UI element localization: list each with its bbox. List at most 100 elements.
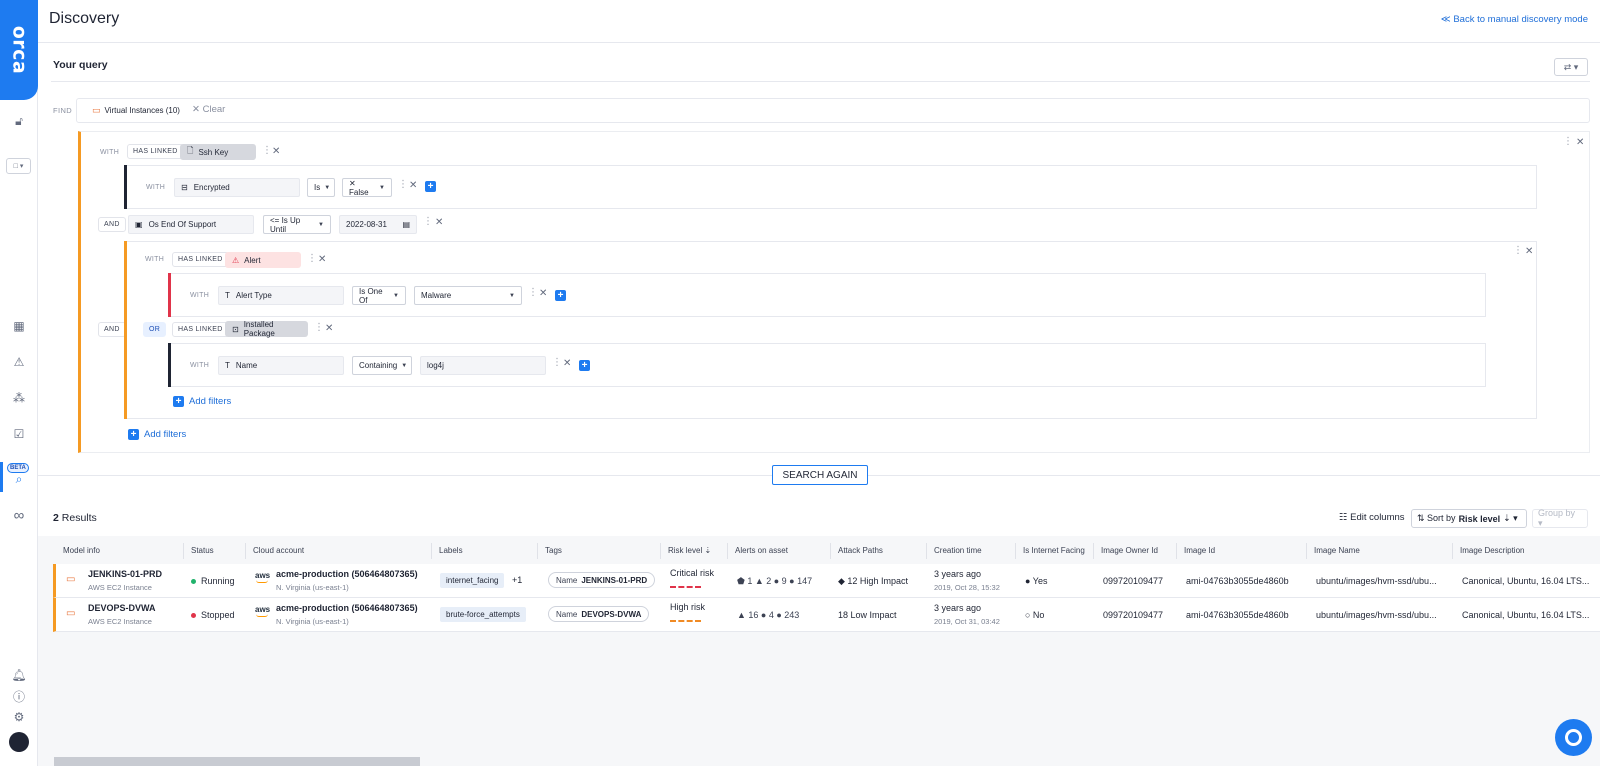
condition-remove-icon[interactable]: ✕: [435, 217, 443, 228]
query-settings-button[interactable]: ⇄ ▾: [1554, 58, 1588, 76]
infinity-icon[interactable]: ∞: [10, 506, 28, 524]
package-remove-icon[interactable]: ✕: [325, 323, 333, 334]
column-header[interactable]: Image Id: [1184, 546, 1215, 555]
attack-paths[interactable]: ◆ 12 High Impact: [838, 576, 908, 587]
discovery-icon[interactable]: ⌕: [10, 470, 28, 488]
tag-pill[interactable]: Name DEVOPS-DVWA: [548, 606, 650, 622]
cloud-account[interactable]: acme-production (506464807365): [276, 569, 418, 579]
ssh-key-remove-icon[interactable]: ✕: [272, 146, 280, 157]
plus-icon: +: [173, 396, 184, 407]
column-header[interactable]: Image Description: [1460, 546, 1524, 555]
condition-menu-icon[interactable]: ⋮: [552, 357, 562, 368]
column-header[interactable]: Attack Paths: [838, 546, 883, 555]
date-input[interactable]: 2022-08-31 ▤: [339, 215, 417, 234]
and-tag: AND: [98, 322, 126, 337]
name-field[interactable]: T Name: [218, 356, 344, 375]
horizontal-scrollbar[interactable]: [54, 757, 420, 766]
encrypted-value-select[interactable]: ✕ False ▼: [342, 178, 392, 197]
alert-type-value-select[interactable]: Malware ▼: [414, 286, 522, 305]
asset-model: AWS EC2 Instance: [88, 617, 152, 626]
column-header[interactable]: Risk level ⇣: [668, 546, 711, 555]
search-again-button[interactable]: SEARCH AGAIN: [772, 465, 868, 485]
chat-button[interactable]: [1555, 719, 1592, 756]
column-header[interactable]: Creation time: [934, 546, 982, 555]
column-separator: [183, 543, 184, 559]
label-more[interactable]: +1: [512, 575, 522, 585]
lock-icon[interactable]: 🔓︎: [10, 112, 28, 130]
encrypted-field[interactable]: ⊟ Encrypted: [174, 178, 300, 197]
name-op-select[interactable]: Containing ▼: [352, 356, 412, 375]
condition-remove-icon[interactable]: ✕: [409, 180, 417, 191]
column-header[interactable]: Status: [191, 546, 214, 555]
clear-button[interactable]: ✕ Clear: [192, 104, 225, 115]
alert-remove-icon[interactable]: ✕: [318, 254, 326, 265]
group-remove-icon[interactable]: ✕: [1525, 246, 1533, 257]
column-header[interactable]: Tags: [545, 546, 562, 555]
add-filters-inner-button[interactable]: + Add filters: [173, 396, 231, 407]
add-filters-button[interactable]: + Add filters: [128, 429, 186, 440]
asset-name[interactable]: DEVOPS-DVWA: [88, 603, 156, 613]
add-condition-button[interactable]: +: [579, 360, 590, 371]
os-eos-op-select[interactable]: <= Is Up Until ▼: [263, 215, 331, 234]
op-label: <= Is Up Until: [270, 215, 301, 234]
tag-pill[interactable]: Name JENKINS-01-PRD: [548, 572, 656, 588]
group-menu-icon[interactable]: ⋮: [1563, 136, 1573, 147]
add-condition-button[interactable]: +: [555, 290, 566, 301]
alerts-on-asset[interactable]: ⬟ 1 ▲ 2 ● 9 ● 147: [737, 576, 812, 587]
label-pill[interactable]: internet_facing: [440, 573, 505, 588]
clipboard-icon[interactable]: ☑: [10, 425, 28, 443]
column-header[interactable]: Is Internet Facing: [1023, 546, 1085, 555]
column-header[interactable]: Model info: [63, 546, 100, 555]
sort-select[interactable]: ⇅ Sort by Risk level ⇣ ▾: [1411, 509, 1527, 528]
orca-logo[interactable]: orca: [0, 0, 38, 100]
edit-columns-button[interactable]: ☷ Edit columns: [1339, 512, 1405, 523]
alert-icon[interactable]: ⚠︎: [10, 353, 28, 371]
encrypted-op-select[interactable]: Is ▼: [307, 178, 335, 197]
chevron-down-icon: ▼: [379, 184, 385, 191]
add-condition-button[interactable]: +: [425, 181, 436, 192]
sidebar-selector[interactable]: □ ▾: [6, 158, 31, 174]
package-menu-icon[interactable]: ⋮: [314, 322, 324, 333]
column-header[interactable]: Alerts on asset: [735, 546, 788, 555]
group-remove-icon[interactable]: ✕: [1576, 137, 1584, 148]
condition-menu-icon[interactable]: ⋮: [423, 216, 433, 227]
alert-menu-icon[interactable]: ⋮: [307, 253, 317, 264]
column-header[interactable]: Cloud account: [253, 546, 304, 555]
name-value-input[interactable]: log4j: [420, 356, 546, 375]
avatar[interactable]: [9, 732, 29, 752]
installed-package-chip[interactable]: ⊡ Installed Package: [225, 320, 308, 338]
asset-name[interactable]: JENKINS-01-PRD: [88, 569, 162, 579]
graph-icon[interactable]: ⁂: [10, 389, 28, 407]
label-pill[interactable]: brute-force_attempts: [440, 607, 526, 622]
ssh-key-menu-icon[interactable]: ⋮: [262, 145, 272, 156]
condition-menu-icon[interactable]: ⋮: [528, 287, 538, 298]
results-count: 2 Results: [53, 512, 97, 524]
bell-icon[interactable]: 🔔︎: [10, 666, 28, 684]
status: Stopped: [191, 610, 235, 620]
find-target[interactable]: ▭ Virtual Instances (10): [92, 105, 180, 116]
alert-chip[interactable]: ⚠︎ Alert: [225, 252, 301, 268]
cloud-account[interactable]: acme-production (506464807365): [276, 603, 418, 613]
condition-remove-icon[interactable]: ✕: [563, 358, 571, 369]
column-header[interactable]: Image Owner Id: [1101, 546, 1158, 555]
help-icon[interactable]: ⓘ: [10, 687, 28, 705]
back-to-manual-link[interactable]: ≪ Back to manual discovery mode: [1441, 14, 1588, 25]
page-title: Discovery: [49, 10, 120, 27]
column-header[interactable]: Image Name: [1314, 546, 1360, 555]
ssh-key-chip[interactable]: 🗋︎ Ssh Key: [180, 144, 256, 160]
group-menu-icon[interactable]: ⋮: [1513, 245, 1523, 256]
column-header[interactable]: Labels: [439, 546, 463, 555]
condition-menu-icon[interactable]: ⋮: [398, 179, 408, 190]
group-by-select[interactable]: Group by ▾: [1532, 508, 1588, 528]
alert-type-op-select[interactable]: Is One Of ▼: [352, 286, 406, 305]
condition-remove-icon[interactable]: ✕: [539, 288, 547, 299]
settings-icon[interactable]: ⚙︎: [10, 708, 28, 726]
alerts-on-asset[interactable]: ▲ 16 ● 4 ● 243: [737, 610, 799, 620]
package-icon: ⊡: [232, 324, 239, 334]
dashboard-icon[interactable]: ▦: [10, 317, 28, 335]
os-eos-field[interactable]: ▣ Os End Of Support: [128, 215, 254, 234]
attack-paths[interactable]: 18 Low Impact: [838, 610, 897, 620]
sidebar: orca 🔓︎ □ ▾ ▦ ⚠︎ ⁂ ☑ BETA ⌕ ∞ 🔔︎ ⓘ ⚙︎: [0, 0, 38, 766]
alert-type-field[interactable]: T Alert Type: [218, 286, 344, 305]
encrypted-label: Encrypted: [193, 183, 230, 192]
